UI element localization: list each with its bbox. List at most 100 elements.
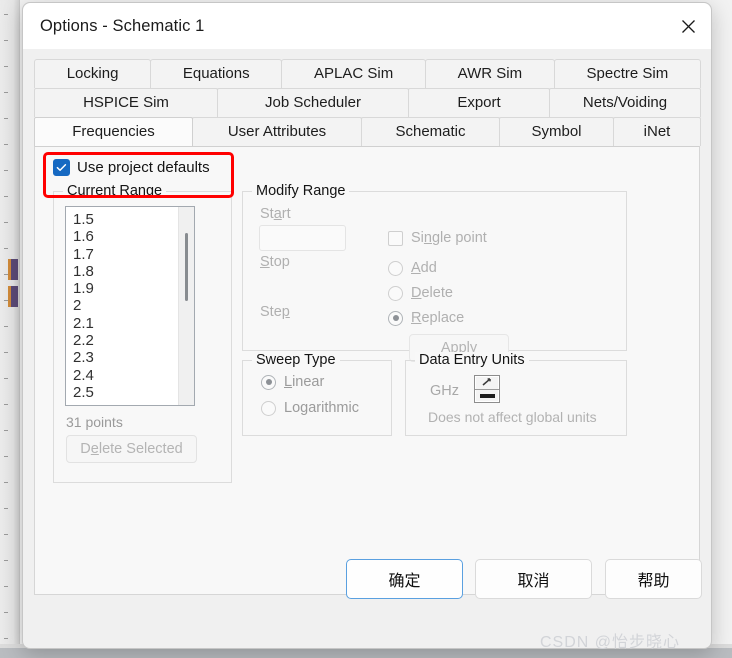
tab-strip: Locking Equations APLAC Sim AWR Sim Spec… [23, 49, 711, 146]
use-project-defaults-label: Use project defaults [77, 159, 210, 176]
spinner-down-half[interactable] [475, 390, 499, 403]
list-item[interactable]: 1.6 [73, 228, 194, 245]
ruler-tick [4, 430, 8, 431]
list-item[interactable]: 2 [73, 297, 194, 314]
ruler-tick [4, 612, 8, 613]
list-item[interactable]: 2.2 [73, 332, 194, 349]
tab-awr-sim[interactable]: AWR Sim [424, 59, 555, 88]
start-label: Start [260, 206, 291, 222]
ok-button[interactable]: 确定 [346, 559, 463, 599]
points-count-label: 31 points [66, 414, 123, 430]
start-input[interactable] [259, 225, 346, 251]
list-item[interactable]: 2.3 [73, 349, 194, 366]
stop-label: Stop [260, 254, 290, 270]
radio-add[interactable]: Add [388, 260, 437, 276]
ruler-tick [4, 586, 8, 587]
close-icon[interactable] [665, 3, 711, 49]
dialog-title: Options - Schematic 1 [40, 16, 205, 35]
list-scrollbar[interactable] [178, 207, 194, 405]
tab-hspice-sim[interactable]: HSPICE Sim [34, 88, 218, 117]
ruler-tick [4, 170, 8, 171]
ruler-tick [4, 378, 8, 379]
frequency-list[interactable]: 1.5 1.6 1.7 1.8 1.9 2 2.1 2.2 2.3 2.4 2.… [65, 206, 195, 406]
radio-delete[interactable]: Delete [388, 285, 453, 301]
tab-frequencies[interactable]: Frequencies [34, 117, 193, 146]
radio-logarithmic[interactable]: Logarithmic [261, 400, 359, 416]
current-range-title: Current Range [63, 183, 167, 199]
list-item[interactable]: 1.7 [73, 246, 194, 263]
ruler-tick [4, 66, 8, 67]
radio-logarithmic-label: Logarithmic [284, 400, 359, 416]
ruler-tick [4, 118, 8, 119]
radio-replace[interactable]: Replace [388, 310, 464, 326]
single-point-checkbox[interactable]: Single point [388, 230, 487, 246]
list-item[interactable]: 2.5 [73, 384, 194, 401]
help-button[interactable]: 帮助 [605, 559, 702, 599]
radio-linear-label: Linear [284, 374, 325, 390]
tab-export[interactable]: Export [408, 88, 550, 117]
ruler-tick [4, 534, 8, 535]
step-label: Step [260, 304, 290, 320]
data-entry-units-group: Data Entry Units GHz Does not affect glo… [405, 352, 627, 436]
ruler-tick [4, 638, 8, 639]
ruler-tick [4, 404, 8, 405]
ruler-tick [4, 196, 8, 197]
watermark: CSDN @怡步晓心 [540, 634, 681, 651]
radio-icon [261, 400, 276, 416]
delete-selected-button[interactable]: De lete Selected [66, 435, 197, 463]
tab-nets-voiding[interactable]: Nets/Voiding [549, 88, 701, 117]
modify-range-title: Modify Range [252, 183, 350, 199]
spinner-up-half[interactable] [475, 376, 499, 389]
data-entry-units-title: Data Entry Units [415, 352, 529, 368]
unit-value-label: GHz [430, 383, 459, 399]
units-note-label: Does not affect global units [428, 409, 597, 425]
checkbox-icon [388, 230, 403, 246]
tab-row-3: Frequencies User Attributes Schematic Sy… [34, 117, 701, 146]
list-item[interactable]: 2.1 [73, 315, 194, 332]
radio-icon [388, 260, 403, 276]
use-project-defaults-checkbox[interactable]: Use project defaults [53, 159, 210, 176]
tab-row-2: HSPICE Sim Job Scheduler Export Nets/Voi… [34, 88, 701, 117]
ruler-tick [4, 222, 8, 223]
options-dialog: Options - Schematic 1 Locking Equations … [22, 2, 712, 649]
spinner-up-down-icon[interactable] [474, 375, 500, 403]
background-ruler [0, 0, 20, 658]
list-item[interactable]: 1.5 [73, 211, 194, 228]
dialog-titlebar: Options - Schematic 1 [23, 3, 711, 49]
list-item[interactable]: 1.8 [73, 263, 194, 280]
tab-inet[interactable]: iNet [613, 117, 701, 146]
tab-schematic[interactable]: Schematic [361, 117, 500, 146]
ruler-marker [8, 259, 18, 280]
radio-selected-icon [388, 310, 403, 326]
ruler-tick [4, 144, 8, 145]
radio-delete-label: Delete [411, 285, 453, 301]
frequencies-panel: Use project defaults Current Range 1.5 1… [34, 146, 700, 595]
radio-icon [388, 285, 403, 301]
ruler-tick [4, 248, 8, 249]
radio-add-label: Add [411, 260, 437, 276]
list-item[interactable]: 1.9 [73, 280, 194, 297]
ruler-tick [4, 14, 8, 15]
current-range-group: Current Range 1.5 1.6 1.7 1.8 1.9 2 2.1 … [53, 183, 232, 483]
tab-user-attributes[interactable]: User Attributes [192, 117, 362, 146]
sweep-type-title: Sweep Type [252, 352, 340, 368]
ruler-tick [4, 482, 8, 483]
tab-row-1: Locking Equations APLAC Sim AWR Sim Spec… [34, 59, 701, 88]
modify-range-group: Modify Range Start Stop Step Single poin… [242, 183, 627, 362]
tab-symbol[interactable]: Symbol [499, 117, 614, 146]
tab-aplac-sim[interactable]: APLAC Sim [281, 59, 426, 88]
ruler-tick [4, 456, 8, 457]
ruler-tick [4, 326, 8, 327]
tab-spectre-sim[interactable]: Spectre Sim [553, 59, 701, 88]
tab-equations[interactable]: Equations [150, 59, 283, 88]
cancel-button[interactable]: 取消 [475, 559, 592, 599]
tab-locking[interactable]: Locking [34, 59, 152, 88]
list-item[interactable]: 2.4 [73, 367, 194, 384]
ruler-tick [4, 508, 8, 509]
tab-job-scheduler[interactable]: Job Scheduler [217, 88, 409, 117]
radio-linear[interactable]: Linear [261, 374, 324, 390]
list-scrollbar-thumb[interactable] [185, 233, 188, 301]
radio-replace-label: Replace [411, 310, 465, 326]
ruler-tick [4, 352, 8, 353]
ruler-tick [4, 560, 8, 561]
